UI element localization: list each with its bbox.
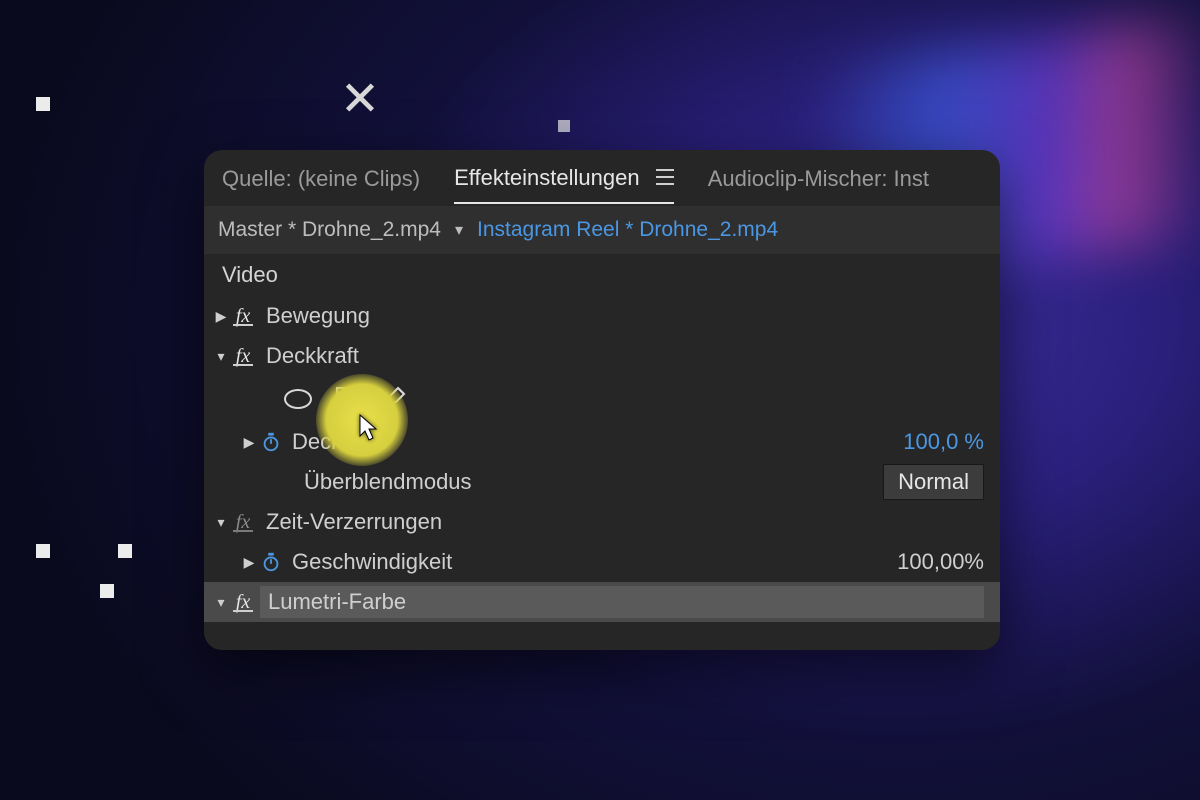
tab-effect-controls[interactable]: Effekteinstellungen [454, 152, 674, 204]
twisty-collapsed-icon[interactable]: ▶ [240, 434, 258, 451]
stopwatch-icon[interactable] [258, 429, 284, 455]
twisty-expanded-icon[interactable]: ▾ [212, 348, 230, 365]
panel-menu-icon[interactable] [656, 169, 674, 185]
effect-label: Lumetri-Farbe [260, 586, 984, 618]
mask-tools-row [204, 376, 1000, 422]
sequence-clip-label[interactable]: Instagram Reel * Drohne_2.mp4 [477, 218, 778, 242]
blend-mode-select[interactable]: Normal [883, 464, 984, 500]
property-label: Überblendmodus [304, 469, 883, 495]
clip-breadcrumb: Master * Drohne_2.mp4 ▾ Instagram Reel *… [204, 206, 1000, 254]
effect-row-time-remap[interactable]: ▾ fx Zeit-Verzerrungen [204, 502, 1000, 542]
property-label: Geschwindigkeit [292, 549, 897, 575]
bg-particle [36, 544, 50, 558]
panel-tabbar: Quelle: (keine Clips) Effekteinstellunge… [204, 150, 1000, 206]
property-row-speed: ▶ Geschwindigkeit 100,00% [204, 542, 1000, 582]
tab-label: Effekteinstellungen [454, 165, 640, 190]
fx-badge-icon[interactable]: fx [230, 591, 256, 614]
effect-label: Zeit-Verzerrungen [266, 509, 984, 535]
fx-badge-icon[interactable]: fx [230, 345, 256, 368]
effect-row-motion[interactable]: ▶ fx Bewegung [204, 296, 1000, 336]
twisty-collapsed-icon[interactable]: ▶ [240, 554, 258, 571]
property-label: Deckkraft [292, 429, 903, 455]
twisty-expanded-icon[interactable]: ▾ [212, 594, 230, 611]
fx-badge-icon[interactable]: fx [230, 305, 256, 328]
bg-particle [558, 120, 570, 132]
fx-badge-icon[interactable]: fx [230, 511, 256, 534]
twisty-expanded-icon[interactable]: ▾ [212, 514, 230, 531]
stopwatch-icon[interactable] [258, 549, 284, 575]
effect-controls-panel: Quelle: (keine Clips) Effekteinstellunge… [204, 150, 1000, 650]
tab-audio-mixer[interactable]: Audioclip-Mischer: Inst [708, 153, 929, 203]
chevron-down-icon[interactable]: ▾ [455, 220, 463, 240]
effect-row-opacity[interactable]: ▾ fx Deckkraft [204, 336, 1000, 376]
speed-value[interactable]: 100,00% [897, 549, 984, 575]
property-row-blendmode: Überblendmodus Normal [204, 462, 1000, 502]
pen-mask-icon[interactable] [384, 384, 408, 414]
effect-row-lumetri[interactable]: ▾ fx Lumetri-Farbe [204, 582, 1000, 622]
effect-label: Deckkraft [266, 343, 984, 369]
rectangle-mask-icon[interactable] [336, 387, 360, 411]
property-row-opacity: ▶ Deckkraft 100,0 % [204, 422, 1000, 462]
tab-source[interactable]: Quelle: (keine Clips) [222, 153, 420, 203]
video-section-header: Video [204, 254, 1000, 296]
bg-particle [118, 544, 132, 558]
ellipse-mask-icon[interactable] [284, 389, 312, 409]
master-clip-label[interactable]: Master * Drohne_2.mp4 [218, 218, 441, 242]
bg-particle [36, 97, 50, 111]
bg-particle [100, 584, 114, 598]
twisty-collapsed-icon[interactable]: ▶ [212, 308, 230, 325]
effect-label: Bewegung [266, 303, 984, 329]
opacity-value[interactable]: 100,0 % [903, 429, 984, 455]
close-icon[interactable]: ✕ [338, 80, 382, 124]
